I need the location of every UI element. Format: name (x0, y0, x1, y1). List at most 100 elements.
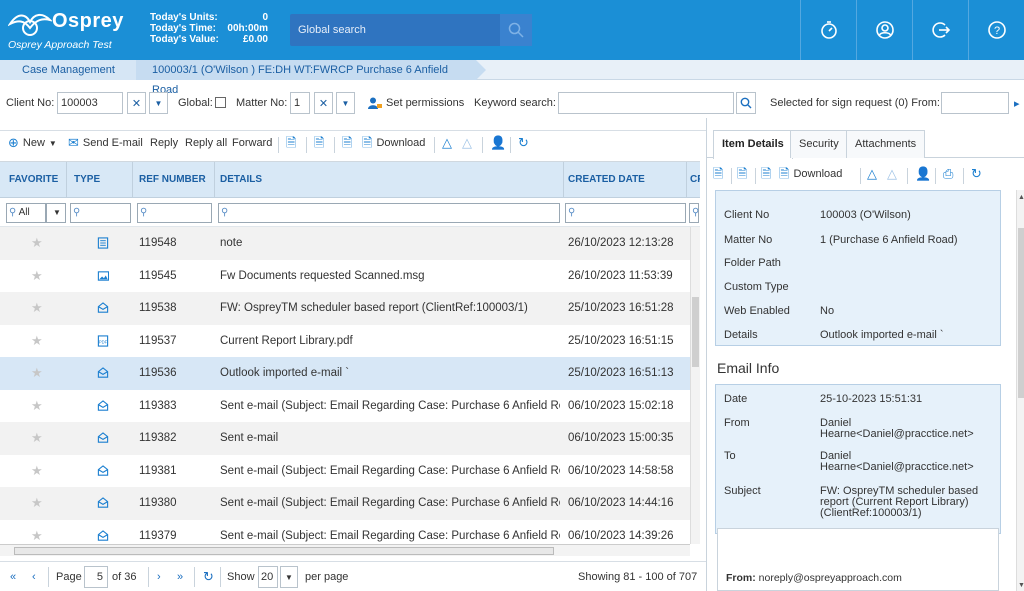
favorite-star-icon[interactable]: ★ (31, 528, 43, 544)
table-row[interactable]: ★ 119536 Outlook imported e-mail ` 25/10/20… (0, 357, 690, 390)
table-row[interactable]: ★ 119545 Fw Documents requested Scanned.ms… (0, 260, 690, 293)
scroll-down-icon[interactable]: ▼ (1018, 582, 1024, 589)
table-row[interactable]: ★ 119382 Sent e-mail 06/10/2023 15:00:35 (0, 422, 690, 455)
created-date-cell: 25/10/2023 16:51:15 (568, 334, 674, 347)
favorite-star-icon[interactable]: ★ (31, 430, 43, 446)
refresh-button[interactable]: ↻ (971, 167, 982, 180)
forward-button[interactable]: Forward (232, 137, 272, 149)
tab-attachments[interactable]: Attachments (846, 130, 926, 158)
more-arrow-icon[interactable]: ▸ (1014, 97, 1020, 110)
column-created-date[interactable]: CREATED DATE (568, 174, 645, 185)
first-page-button[interactable]: « (10, 571, 16, 583)
toolbar-divider (306, 137, 307, 153)
global-search-input[interactable]: Global search (290, 14, 532, 46)
reply-all-button[interactable]: Reply all (185, 137, 227, 149)
grid-horizontal-scrollbar[interactable] (0, 544, 690, 556)
permissions-button[interactable]: 👤 (915, 167, 931, 180)
refresh-icon[interactable]: ↻ (203, 569, 214, 585)
edit-document-button[interactable]: 🗎 (713, 167, 723, 180)
email-preview[interactable]: From: noreply@ospreyapproach.com (717, 528, 999, 591)
favorite-star-icon[interactable]: ★ (31, 398, 43, 414)
created-date-cell: 06/10/2023 15:02:18 (568, 399, 674, 412)
logout-button[interactable] (912, 0, 968, 60)
set-permissions-button[interactable]: Set permissions (368, 97, 464, 109)
refresh-button[interactable]: ↻ (518, 136, 529, 149)
details-filter-input[interactable]: ⚲ (218, 203, 560, 223)
page-number-input[interactable]: 5 (84, 566, 108, 588)
global-search-button[interactable] (500, 14, 532, 46)
favorite-star-icon[interactable]: ★ (31, 365, 43, 381)
favorite-star-icon[interactable]: ★ (31, 333, 43, 349)
favorite-star-icon[interactable]: ★ (31, 268, 43, 284)
client-no-input[interactable]: 100003 (57, 92, 123, 114)
table-row[interactable]: ★ 119538 FW: OspreyTM scheduler based repo… (0, 292, 690, 325)
alert-button[interactable]: △ (867, 167, 877, 180)
reply-button[interactable]: Reply (150, 137, 178, 149)
tab-item-details[interactable]: Item Details (713, 130, 793, 159)
table-row[interactable]: ★ 119383 Sent e-mail (Subject: Email Regar… (0, 390, 690, 423)
download-button[interactable]: 🗎 Download (362, 136, 425, 149)
prev-page-button[interactable]: ‹ (32, 571, 36, 583)
email-icon (97, 302, 109, 313)
table-row[interactable]: ★ 119548 note 26/10/2023 12:13:28 (0, 227, 690, 260)
keyword-search-input[interactable] (558, 92, 734, 114)
favorite-filter-select[interactable]: ⚲ All (6, 203, 46, 223)
grid-vertical-scrollbar[interactable] (690, 227, 700, 544)
column-favorite[interactable]: FAVORITE (9, 174, 58, 185)
favorite-star-icon[interactable]: ★ (31, 463, 43, 479)
favorite-filter-dropdown[interactable]: ▼ (46, 203, 66, 223)
table-row[interactable]: ★ 119380 Sent e-mail (Subject: Email Regar… (0, 487, 690, 520)
upload-document-button[interactable]: 🗎 (342, 136, 352, 149)
page-size-select[interactable]: 20 (258, 566, 278, 588)
table-row[interactable]: ★ PDF 119537 Current Report Library.pdf 25/1… (0, 325, 690, 358)
table-row[interactable]: ★ 119379 Sent e-mail (Subject: Email Regar… (0, 520, 690, 545)
breadcrumb-case-management[interactable]: Case Management (0, 60, 146, 80)
user-button[interactable] (856, 0, 912, 60)
print-button[interactable]: ⎙ (943, 167, 953, 180)
favorite-star-icon[interactable]: ★ (31, 495, 43, 511)
alert-off-button[interactable]: △ (887, 167, 897, 180)
next-page-button[interactable]: › (157, 571, 161, 583)
tab-security[interactable]: Security (790, 130, 848, 158)
favorite-star-icon[interactable]: ★ (31, 235, 43, 251)
scrollbar-thumb[interactable] (692, 297, 699, 367)
panel-vertical-scrollbar[interactable]: ▲ ▼ (1016, 190, 1024, 591)
stopwatch-button[interactable] (800, 0, 856, 60)
matter-dropdown-button[interactable]: ▼ (336, 92, 355, 114)
help-button[interactable]: ? (968, 0, 1024, 60)
edit-document-button[interactable]: 🗎 (286, 136, 296, 149)
matter-no-input[interactable]: 1 (290, 92, 310, 114)
breadcrumb-matter[interactable]: 100003/1 (O'Wilson ) FE:DH WT:FWRCP Purc… (136, 60, 486, 96)
scrollbar-thumb[interactable] (14, 547, 554, 555)
delete-document-button[interactable]: 🗎 (314, 136, 324, 149)
page-size-dropdown[interactable]: ▼ (280, 566, 298, 588)
global-checkbox[interactable] (215, 97, 226, 108)
column-ref-number[interactable]: REF NUMBER (139, 174, 206, 185)
upload-document-button[interactable]: 🗎 (761, 167, 771, 180)
delete-document-button[interactable]: 🗎 (737, 167, 747, 180)
table-row[interactable]: ★ 119381 Sent e-mail (Subject: Email Regar… (0, 455, 690, 488)
column-cr[interactable]: CR (690, 174, 700, 185)
new-button[interactable]: ⊕ New ▼ (8, 136, 57, 149)
permissions-button[interactable]: 👤 (490, 136, 506, 149)
type-filter-input[interactable]: ⚲ (70, 203, 131, 223)
clear-matter-button[interactable]: ✕ (314, 92, 333, 114)
ref-filter-input[interactable]: ⚲ (137, 203, 212, 223)
keyword-search-button[interactable] (736, 92, 756, 114)
column-type[interactable]: TYPE (74, 174, 100, 185)
cr-filter-input[interactable]: ⚲ (689, 203, 699, 223)
alert-button[interactable]: △ (442, 136, 452, 149)
alert-off-button[interactable]: △ (462, 136, 472, 149)
osprey-logo[interactable]: Osprey Osprey Approach Test (8, 8, 133, 52)
clear-client-button[interactable]: ✕ (127, 92, 146, 114)
send-email-button[interactable]: ✉ Send E-mail (68, 136, 143, 149)
scroll-up-icon[interactable]: ▲ (1018, 194, 1024, 201)
client-dropdown-button[interactable]: ▼ (149, 92, 168, 114)
scrollbar-thumb[interactable] (1018, 228, 1024, 398)
column-details[interactable]: DETAILS (220, 174, 262, 185)
favorite-star-icon[interactable]: ★ (31, 300, 43, 316)
created-filter-input[interactable]: ⚲ (565, 203, 686, 223)
download-button[interactable]: 🗎 Download (779, 167, 842, 180)
sign-request-from-input[interactable] (941, 92, 1009, 114)
last-page-button[interactable]: » (177, 571, 183, 583)
